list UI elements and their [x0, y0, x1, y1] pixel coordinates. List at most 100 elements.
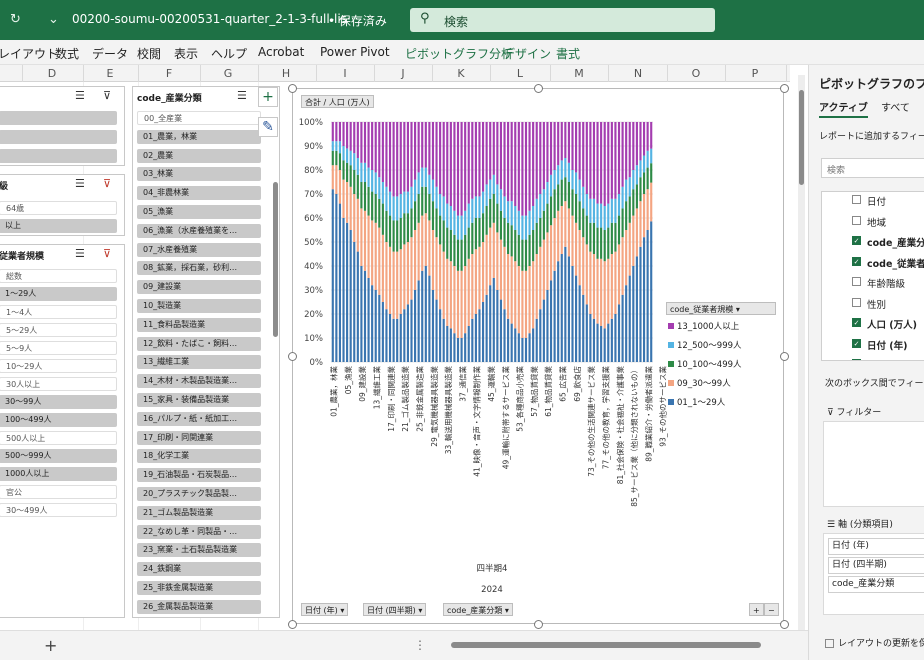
horizontal-scrollbar-thumb[interactable] — [451, 642, 761, 648]
bar-segment[interactable] — [514, 328, 517, 362]
bar-segment[interactable] — [392, 220, 395, 252]
bar-segment[interactable] — [635, 208, 638, 257]
bar-segment[interactable] — [492, 174, 495, 194]
multiselect-icon[interactable]: ☰ — [75, 177, 85, 190]
tab-formulas[interactable]: 数式 — [55, 45, 79, 62]
bar-segment[interactable] — [528, 234, 531, 266]
pane-scrollbar-thumb[interactable] — [799, 90, 804, 185]
bar-segment[interactable] — [446, 258, 449, 326]
bar-segment[interactable] — [421, 270, 424, 362]
bar-segment[interactable] — [442, 251, 445, 319]
bar-segment[interactable] — [575, 222, 578, 276]
axis-field-button-quarter[interactable]: 日付 (四半期) ▾ — [363, 603, 427, 616]
bar-segment[interactable] — [585, 215, 588, 245]
bar-segment[interactable] — [485, 294, 488, 362]
column-header-f[interactable]: F — [159, 67, 179, 80]
slicer-item[interactable]: 13_繊維工業 — [137, 355, 261, 370]
slicer-item[interactable]: 100～499人 — [0, 413, 117, 427]
bar-segment[interactable] — [532, 261, 535, 329]
bar-segment[interactable] — [567, 182, 570, 209]
bar-segment[interactable] — [617, 194, 621, 216]
column-header-h[interactable]: H — [276, 67, 296, 80]
bar-segment[interactable] — [499, 299, 503, 362]
tab-design[interactable]: デザイン — [503, 45, 551, 62]
bar-segment[interactable] — [578, 230, 581, 286]
bar-segment[interactable] — [528, 210, 531, 235]
bar-segment[interactable] — [385, 122, 388, 187]
bar-segment[interactable] — [628, 275, 631, 362]
slicer-employee-size[interactable]: 従業者規模 ☰ ⊽ 総数 1～29人 1～4人 5～29人 5～9人 10～29… — [0, 244, 125, 618]
bar-segment[interactable] — [467, 326, 470, 362]
axis-field-button-year[interactable]: 日付 (年) ▾ — [301, 603, 349, 616]
bar-segment[interactable] — [610, 254, 613, 319]
bar-segment[interactable] — [453, 122, 456, 211]
bar-segment[interactable] — [499, 189, 503, 211]
bar-segment[interactable] — [517, 333, 520, 362]
bar-segment[interactable] — [474, 218, 477, 250]
bar-segment[interactable] — [417, 172, 420, 194]
slicer-item[interactable]: 08_鉱業，採石業，砂利… — [137, 261, 261, 276]
resize-handle[interactable] — [780, 620, 789, 629]
bar-segment[interactable] — [582, 237, 585, 295]
tab-help[interactable]: ヘルプ — [211, 45, 247, 62]
bar-segment[interactable] — [446, 227, 449, 259]
bar-segment[interactable] — [367, 122, 370, 168]
bar-segment[interactable] — [589, 222, 592, 252]
bar-segment[interactable] — [646, 167, 649, 190]
bar-segment[interactable] — [453, 210, 456, 235]
bar-segment[interactable] — [428, 220, 431, 276]
bar-segment[interactable] — [335, 122, 338, 142]
bar-segment[interactable] — [575, 172, 578, 194]
bar-segment[interactable] — [481, 213, 485, 242]
bar-segment[interactable] — [542, 210, 545, 240]
bar-segment[interactable] — [489, 179, 492, 199]
bar-segment[interactable] — [600, 258, 603, 326]
bar-segment[interactable] — [575, 194, 578, 223]
bar-segment[interactable] — [635, 256, 638, 362]
column-header-i[interactable]: I — [335, 67, 355, 80]
slicer-item[interactable]: 06_漁業（水産養殖業を… — [137, 223, 261, 238]
bar-segment[interactable] — [535, 222, 538, 254]
bar-segment[interactable] — [421, 186, 424, 216]
field-search-input[interactable]: 検索 — [821, 158, 924, 178]
bar-segment[interactable] — [374, 172, 377, 194]
bar-segment[interactable] — [356, 174, 359, 199]
bar-segment[interactable] — [532, 230, 535, 262]
bar-segment[interactable] — [353, 122, 356, 154]
clear-filter-icon[interactable]: ⊽ — [103, 89, 111, 102]
field-label[interactable]: 年齢階級 — [867, 276, 905, 290]
bar-segment[interactable] — [499, 210, 503, 240]
bar-segment[interactable] — [610, 198, 613, 223]
bar-segment[interactable] — [592, 318, 596, 362]
bar-segment[interactable] — [414, 122, 417, 180]
bar-segment[interactable] — [338, 153, 342, 170]
bar-segment[interactable] — [385, 186, 388, 211]
bar-segment[interactable] — [481, 122, 485, 192]
defer-update-checkbox[interactable]: レイアウトの更新を保… — [825, 636, 924, 649]
bar-segment[interactable] — [549, 196, 553, 226]
bar-segment[interactable] — [442, 318, 445, 362]
bar-segment[interactable] — [517, 266, 520, 334]
bar-segment[interactable] — [381, 122, 384, 182]
slicer-item[interactable]: 30人以上 — [0, 377, 117, 391]
bar-segment[interactable] — [338, 170, 342, 204]
bar-segment[interactable] — [431, 201, 435, 230]
legend-field-button[interactable]: code_従業者規模 ▾ — [666, 302, 776, 315]
slicer-item[interactable]: 5～9人 — [0, 341, 117, 355]
bar-segment[interactable] — [338, 203, 342, 362]
bar-segment[interactable] — [628, 177, 631, 197]
bar-segment[interactable] — [635, 122, 638, 166]
bar-segment[interactable] — [335, 165, 338, 194]
column-header-e[interactable]: E — [100, 67, 120, 80]
bar-segment[interactable] — [485, 122, 488, 185]
bar-segment[interactable] — [378, 177, 381, 199]
bar-segment[interactable] — [642, 194, 646, 238]
bar-segment[interactable] — [478, 309, 481, 362]
field-label[interactable]: 日付 — [867, 194, 886, 208]
bar-segment[interactable] — [614, 251, 617, 314]
slicer-item[interactable]: 24_鉄鋼業 — [137, 562, 261, 577]
bar-segment[interactable] — [417, 122, 420, 173]
bar-segment[interactable] — [406, 242, 409, 305]
bar-segment[interactable] — [614, 198, 617, 223]
resize-handle[interactable] — [288, 84, 297, 93]
